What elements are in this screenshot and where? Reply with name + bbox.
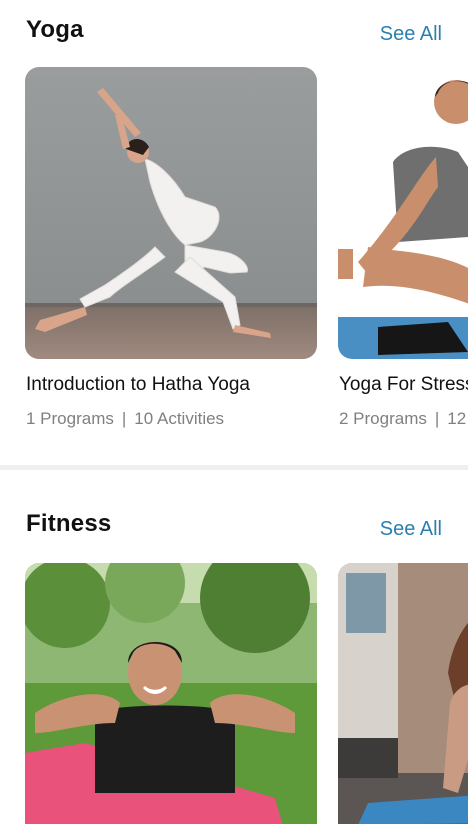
program-card-fitness-2[interactable] <box>338 563 468 824</box>
activities-count: 12 <box>447 409 467 428</box>
see-all-yoga-link[interactable]: See All <box>380 23 442 46</box>
program-card-title: Introduction to Hatha Yoga <box>26 374 250 395</box>
activities-count: 10 Activities <box>134 409 225 428</box>
fitness-carousel[interactable] <box>25 563 468 824</box>
meta-separator: | <box>121 409 127 428</box>
programs-count: 2 Programs <box>339 409 427 428</box>
fitness-section: Fitness See All <box>0 470 468 824</box>
programs-count: 1 Programs <box>26 409 114 428</box>
meditation-photo <box>338 67 468 359</box>
program-card-image <box>25 563 317 824</box>
gym-plank-photo <box>338 563 468 824</box>
program-card-hatha-yoga[interactable]: Introduction to Hatha Yoga 1 Programs | 10… <box>25 67 317 428</box>
program-card-yoga-for-stress[interactable]: Yoga For Stress 2 Programs | 12 <box>338 67 468 428</box>
outdoor-workout-photo <box>25 563 317 824</box>
yoga-pose-photo <box>25 67 317 359</box>
program-card-meta: 2 Programs | 12 <box>339 409 466 429</box>
yoga-carousel[interactable]: Introduction to Hatha Yoga 1 Programs | 10… <box>25 67 468 467</box>
section-title-fitness: Fitness <box>26 510 112 537</box>
program-card-meta: 1 Programs | 10 Activities <box>26 409 224 429</box>
program-card-image <box>338 563 468 824</box>
program-card-title: Yoga For Stress <box>339 374 468 395</box>
program-card-fitness-1[interactable] <box>25 563 317 824</box>
yoga-section: Yoga See All Introduction to Hatha Yoga … <box>0 0 468 465</box>
section-title-yoga: Yoga <box>26 16 84 43</box>
see-all-fitness-link[interactable]: See All <box>380 518 442 541</box>
program-card-image <box>25 67 317 359</box>
meta-separator: | <box>434 409 440 428</box>
program-card-image <box>338 67 468 359</box>
